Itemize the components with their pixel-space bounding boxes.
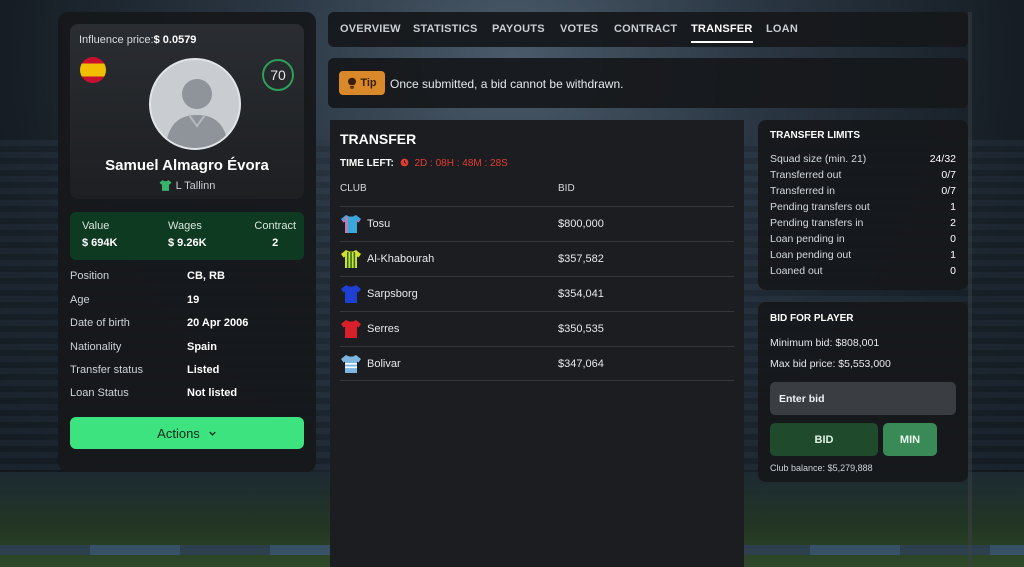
limit-row: Loaned out 0 [770,265,956,277]
bid-amount: $800,000 [558,218,604,230]
transfer-panel: TRANSFER TIME LEFT: 2D : 08H : 48M : 28S… [330,120,744,567]
bid-panel: BID FOR PLAYER Minimum bid: $808,001 Max… [758,302,968,482]
age-label: Age [70,294,90,306]
tab-loan[interactable]: LOAN [766,23,798,35]
loan-status-label: Loan Status [70,387,129,399]
min-bid-button[interactable]: MIN [883,423,937,456]
page-scrollbar[interactable] [968,12,972,567]
table-row[interactable]: Serres $350,535 [340,311,734,346]
tip-text: Once submitted, a bid cannot be withdraw… [390,77,624,91]
max-bid-price: Max bid price: $5,553,000 [770,358,891,370]
contract-stat: Contract 2 [254,220,296,249]
club-shirt-icon [159,180,172,191]
nationality-label: Nationality [70,341,122,353]
position-label: Position [70,270,110,282]
lightbulb-icon [348,77,357,89]
limit-row: Pending transfers out 1 [770,201,956,213]
value-stat: Value $ 694K [82,220,118,249]
bid-column-header: BID [558,183,575,194]
bid-amount: $347,064 [558,358,604,370]
player-club[interactable]: L Tallinn [70,179,304,192]
tab-contract[interactable]: CONTRACT [614,23,677,35]
player-profile: Influence price:$ 0.0579 70 Samuel Almag… [70,24,304,199]
player-card: Influence price:$ 0.0579 70 Samuel Almag… [58,12,316,472]
tab-statistics[interactable]: STATISTICS [413,23,478,35]
bid-amount: $354,041 [558,288,604,300]
table-row[interactable]: Bolivar $347,064 [340,346,734,381]
influence-price: Influence price:$ 0.0579 [79,34,197,46]
club-balance: Club balance: $5,279,888 [770,463,873,473]
tab-overview[interactable]: OVERVIEW [340,23,401,35]
table-row[interactable]: Sarpsborg $354,041 [340,276,734,311]
loan-status-value: Not listed [187,387,238,399]
tosu-shirt-icon [341,215,361,233]
table-row[interactable]: Tosu $800,000 [340,206,734,241]
dob-value: 20 Apr 2006 [187,317,249,329]
limit-row: Squad size (min. 21) 24/32 [770,153,956,165]
clock-icon [400,158,409,167]
bolivar-shirt-icon [341,355,361,373]
table-row[interactable]: Al-Khabourah $357,582 [340,241,734,276]
bid-input[interactable] [770,382,956,415]
tab-votes[interactable]: VOTES [560,23,598,35]
spain-flag-icon [80,57,106,83]
tab-transfer[interactable]: TRANSFER [691,23,753,43]
club-column-header: CLUB [340,183,367,194]
bid-panel-title: BID FOR PLAYER [770,313,854,324]
tab-payouts[interactable]: PAYOUTS [492,23,545,35]
player-silhouette-icon [165,79,229,148]
tip-banner: Tip Once submitted, a bid cannot be with… [328,58,968,108]
transfer-status-label: Transfer status [70,364,143,376]
chevron-down-icon [209,431,216,436]
club-name: Sarpsborg [367,288,418,300]
transfer-limits-title: TRANSFER LIMITS [770,130,860,141]
bid-amount: $350,535 [558,323,604,335]
nationality-value: Spain [187,341,217,353]
club-name: Serres [367,323,400,335]
serres-shirt-icon [341,320,361,338]
bid-amount: $357,582 [558,253,604,265]
time-left: TIME LEFT: 2D : 08H : 48M : 28S [340,158,508,169]
limit-row: Pending transfers in 2 [770,217,956,229]
age-value: 19 [187,294,200,306]
wages-stat: Wages $ 9.26K [168,220,207,249]
club-name: Al-Khabourah [367,253,435,265]
club-name: L Tallinn [175,179,216,192]
limit-row: Loan pending in 0 [770,233,956,245]
avatar [149,58,241,150]
limit-row: Transferred out 0/7 [770,169,956,181]
transfer-title: TRANSFER [340,131,417,147]
club-name: Tosu [367,218,391,230]
dob-label: Date of birth [70,317,130,329]
al-khabourah-shirt-icon [341,250,361,268]
player-tabs: OVERVIEW STATISTICS PAYOUTS VOTES CONTRA… [328,12,968,47]
tip-badge: Tip [339,71,385,95]
player-stats: Value $ 694K Wages $ 9.26K Contract 2 [70,212,304,260]
player-name: Samuel Almagro Évora [105,157,269,174]
minimum-bid: Minimum bid: $808,001 [770,337,880,349]
transfer-status-value: Listed [187,364,220,376]
bid-button[interactable]: BID [770,423,878,456]
limit-row: Transferred in 0/7 [770,185,956,197]
sarpsborg-shirt-icon [341,285,361,303]
limit-row: Loan pending out 1 [770,249,956,261]
transfer-limits-panel: TRANSFER LIMITS Squad size (min. 21) 24/3… [758,120,968,290]
club-name: Bolivar [367,358,401,370]
actions-button[interactable]: Actions [70,417,304,449]
player-rating: 70 [262,59,294,91]
position-value: CB, RB [187,270,225,282]
time-left-value: 2D : 08H : 48M : 28S [414,158,508,169]
